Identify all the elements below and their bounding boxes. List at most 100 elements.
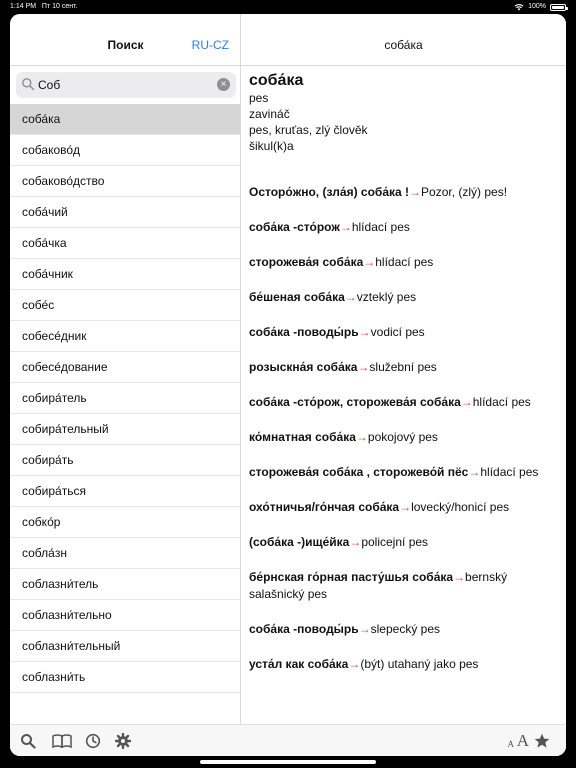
search-bar[interactable]: ×	[16, 72, 236, 98]
list-item[interactable]: собесе́дник	[10, 321, 240, 352]
list-item[interactable]: соба́чий	[10, 197, 240, 228]
example-russian: бе́рнская го́рная пасту́шья соба́ка	[249, 570, 454, 584]
arrow-icon: →	[344, 290, 357, 304]
arrow-icon: →	[453, 570, 466, 584]
translation-line: šikul(k)a	[249, 139, 294, 153]
headword: соба́ка	[249, 72, 304, 89]
example-item: соба́ка -поводы́рь→slepecký pes	[249, 621, 559, 638]
list-item[interactable]: собира́тель	[10, 383, 240, 414]
arrow-icon: →	[355, 430, 368, 444]
example-item: бе́шеная соба́ка→vzteklý pes	[249, 289, 559, 306]
list-item[interactable]: соблазни́тельно	[10, 600, 240, 631]
example-item: бе́рнская го́рная пасту́шья соба́ка→bern…	[249, 569, 559, 603]
translation-line: pes, kruťas, zlý člověk	[249, 123, 368, 137]
example-item: уста́л как соба́ка→(být) utahaný jako pe…	[249, 656, 559, 673]
example-czech: lovecký/honicí pes	[411, 500, 510, 514]
status-indicators: 100%	[514, 0, 568, 14]
status-time-date: 1:14 PM Пт 10 сент.	[10, 0, 77, 14]
list-item[interactable]: собла́зн	[10, 538, 240, 569]
example-russian: сторожева́я соба́ка , сторожево́й пёс	[249, 465, 469, 479]
example-russian: Осторо́жно, (зла́я) соба́ка !	[249, 185, 410, 199]
arrow-icon: →	[358, 325, 371, 339]
example-item: Осторо́жно, (зла́я) соба́ка !→Pozor, (zl…	[249, 184, 559, 201]
list-item[interactable]: соблазни́тельный	[10, 631, 240, 662]
arrow-icon: →	[409, 185, 422, 199]
example-czech: hlídací pes	[480, 465, 539, 479]
arrow-icon: →	[349, 535, 362, 549]
list-item[interactable]: собко́р	[10, 507, 240, 538]
list-item[interactable]: собесе́дование	[10, 352, 240, 383]
arrow-icon: →	[348, 657, 361, 671]
example-item: сторожева́я соба́ка , сторожево́й пёс→hl…	[249, 464, 559, 481]
detail-nav-bar: соба́ка	[241, 14, 566, 66]
list-item[interactable]: соба́ка	[10, 104, 240, 135]
list-item[interactable]: собаково́д	[10, 135, 240, 166]
sidebar-nav-bar: Поиск RU-CZ	[10, 14, 241, 66]
example-czech: hlídací pes	[351, 220, 410, 234]
examples-list: Осторо́жно, (зла́я) соба́ка !→Pozor, (zl…	[249, 184, 559, 673]
list-item[interactable]: собе́с	[10, 290, 240, 321]
example-czech: pokojový pes	[367, 430, 438, 444]
example-russian: розыскна́я соба́ка	[249, 360, 358, 374]
app-window: Поиск RU-CZ × соба́касобаково́дсобаково́…	[10, 14, 566, 756]
language-toggle-button[interactable]: RU-CZ	[192, 38, 229, 52]
list-item[interactable]: соба́чка	[10, 228, 240, 259]
wifi-icon	[514, 4, 524, 11]
example-czech: policejní pes	[361, 535, 429, 549]
status-bar: 1:14 PM Пт 10 сент. 100%	[0, 0, 576, 14]
word-list[interactable]: соба́ка собаково́д собаково́дство соба́чий с…	[10, 104, 240, 724]
arrow-icon: →	[358, 622, 371, 636]
list-item[interactable]: собаково́дство	[10, 166, 240, 197]
example-item: соба́ка -сто́рож→hlídací pes	[249, 219, 559, 236]
status-time: 1:14 PM	[10, 3, 37, 10]
status-date: Пт 10 сент.	[41, 3, 78, 10]
search-icon[interactable]	[20, 733, 36, 749]
list-item[interactable]: соблазни́тель	[10, 569, 240, 600]
increase-font-button[interactable]: A	[517, 731, 529, 751]
close-icon: ×	[220, 79, 227, 90]
example-russian: охо́тничья/го́нчая соба́ка	[249, 500, 400, 514]
arrow-icon: →	[468, 465, 481, 479]
settings-icon[interactable]	[115, 733, 131, 749]
history-icon[interactable]	[85, 733, 101, 749]
arrow-icon: →	[460, 395, 473, 409]
arrow-icon: →	[363, 255, 376, 269]
list-item[interactable]: собира́тельный	[10, 414, 240, 445]
example-czech: Pozor, (zlý) pes!	[421, 185, 508, 199]
list-item[interactable]: собира́ться	[10, 476, 240, 507]
battery-icon	[550, 3, 568, 11]
example-czech: vzteklý pes	[356, 290, 417, 304]
example-russian: соба́ка -сто́рож	[249, 220, 340, 234]
dictionary-entry: соба́ка pes zavináč pes, kruťas, zlý člově…	[249, 72, 559, 691]
list-item[interactable]: соба́чник	[10, 259, 240, 290]
arrow-icon: →	[339, 220, 352, 234]
book-icon[interactable]	[52, 733, 72, 749]
example-russian: соба́ка -сто́рож, сторожева́я соба́ка	[249, 395, 461, 409]
example-russian: сторожева́я соба́ка	[249, 255, 364, 269]
example-russian: соба́ка -поводы́рь	[249, 622, 359, 636]
example-czech: hlídací pes	[472, 395, 531, 409]
example-russian: уста́л как соба́ка	[249, 657, 349, 671]
list-item[interactable]: собира́ть	[10, 445, 240, 476]
example-item: соба́ка -поводы́рь→vodicí pes	[249, 324, 559, 341]
translation-line: pes	[249, 91, 269, 105]
clear-search-button[interactable]: ×	[217, 78, 230, 91]
example-czech: služební pes	[369, 360, 437, 374]
detail-pane: соба́ка соба́ка pes zavináč pes, kruťas, z…	[241, 14, 566, 756]
list-item[interactable]: соблазни́ть	[10, 662, 240, 693]
example-item: розыскна́я соба́ка→služební pes	[249, 359, 559, 376]
search-icon	[22, 78, 35, 91]
star-icon[interactable]	[534, 733, 550, 749]
translation-line: zavináč	[249, 107, 290, 121]
detail-title: соба́ка	[384, 38, 423, 52]
bottom-toolbar-left	[10, 724, 241, 756]
decrease-font-button[interactable]: A	[508, 739, 515, 749]
example-russian: соба́ка -поводы́рь	[249, 325, 359, 339]
search-input[interactable]	[38, 75, 208, 95]
sidebar: Поиск RU-CZ × соба́касобаково́дсобаково́…	[10, 14, 241, 756]
example-item: соба́ка -сто́рож, сторожева́я соба́ка→hl…	[249, 394, 559, 411]
battery-percent: 100%	[528, 3, 546, 10]
example-czech: slepecký pes	[370, 622, 441, 636]
bottom-toolbar-right: A A	[241, 724, 566, 756]
example-item: (соба́ка -)ище́йка→policejní pes	[249, 534, 559, 551]
